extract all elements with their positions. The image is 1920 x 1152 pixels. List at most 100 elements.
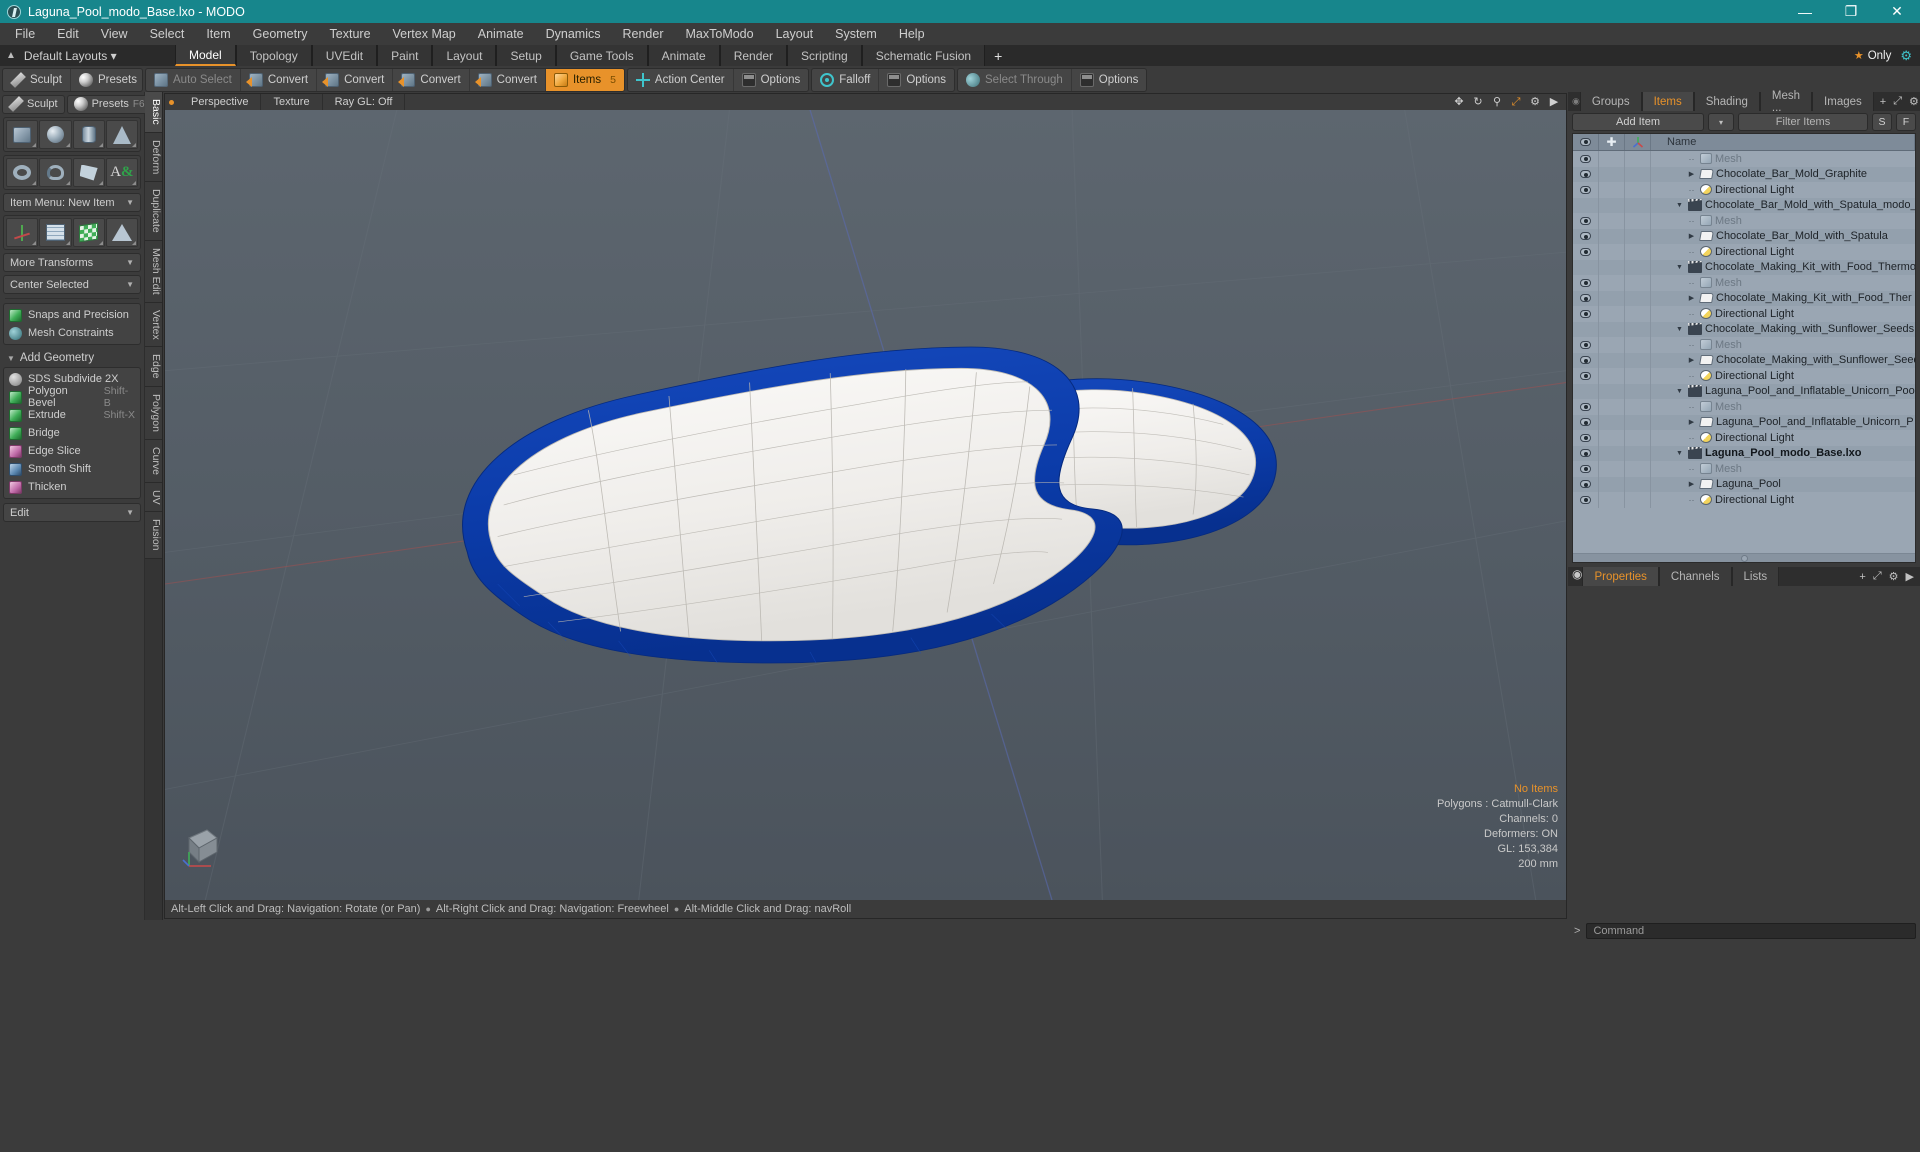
item-name-cell[interactable]: ▶ Chocolate_Bar_Mold_Graphite	[1651, 168, 1915, 180]
menu-item-view[interactable]: View	[90, 24, 139, 44]
chevron-down-icon[interactable]: ▼	[1674, 450, 1685, 457]
menu-item-dynamics[interactable]: Dynamics	[535, 24, 612, 44]
menu-item-select[interactable]: Select	[139, 24, 196, 44]
sphere-primitive-button[interactable]	[39, 120, 72, 149]
item-name-cell[interactable]: ·· Mesh	[1651, 215, 1915, 227]
menu-item-animate[interactable]: Animate	[467, 24, 535, 44]
item-visibility-toggle[interactable]	[1573, 259, 1599, 275]
item-name-cell[interactable]: ·· Mesh	[1651, 339, 1915, 351]
item-list-row[interactable]: ▶ Chocolate_Bar_Mold_Graphite	[1573, 166, 1915, 182]
item-axis-cell[interactable]	[1625, 275, 1651, 291]
item-lock-cell[interactable]	[1599, 445, 1625, 461]
item-list-row[interactable]: ·· Directional Light	[1573, 492, 1915, 508]
item-axis-cell[interactable]	[1625, 414, 1651, 430]
item-lock-cell[interactable]	[1599, 368, 1625, 384]
cone-primitive-button[interactable]	[105, 120, 138, 149]
item-lock-cell[interactable]	[1599, 166, 1625, 182]
item-list-row[interactable]: ▼ Laguna_Pool_modo_Base.lxo	[1573, 445, 1915, 461]
add-layout-tab-button[interactable]: +	[985, 45, 1012, 66]
layout-tab-render[interactable]: Render	[719, 45, 788, 66]
menu-item-help[interactable]: Help	[888, 24, 936, 44]
presets-button[interactable]: Presets F6	[71, 69, 142, 91]
viewport-tab-perspective[interactable]: Perspective	[179, 94, 262, 110]
minimize-button[interactable]: —	[1782, 0, 1828, 23]
toolbox-sculpt-button[interactable]: Sculpt	[2, 94, 65, 114]
item-axis-cell[interactable]	[1625, 399, 1651, 415]
layout-tab-game-tools[interactable]: Game Tools	[555, 45, 648, 66]
item-axis-cell[interactable]	[1625, 383, 1651, 399]
chevron-right-icon[interactable]: ▶	[1686, 418, 1697, 426]
visibility-column-header[interactable]	[1573, 134, 1599, 150]
chevron-right-icon[interactable]: ▶	[1686, 480, 1697, 488]
tool-category-tab-uv[interactable]: UV	[145, 482, 162, 513]
item-list-row[interactable]: ·· Mesh	[1573, 213, 1915, 229]
add-geometry-header[interactable]: ▼ Add Geometry	[3, 349, 141, 367]
item-name-cell[interactable]: ·· Mesh	[1651, 153, 1915, 165]
chevron-right-icon[interactable]: ▶	[1906, 570, 1914, 583]
item-list-row[interactable]: ·· Mesh	[1573, 151, 1915, 167]
item-axis-cell[interactable]	[1625, 151, 1651, 167]
layout-tab-scripting[interactable]: Scripting	[787, 45, 862, 66]
item-lock-cell[interactable]	[1599, 414, 1625, 430]
select-through-button[interactable]: Select Through	[958, 69, 1072, 91]
spiral-primitive-button[interactable]	[39, 158, 72, 187]
panel-tab-images[interactable]: Images	[1812, 92, 1874, 111]
item-visibility-toggle[interactable]	[1573, 399, 1599, 415]
item-axis-cell[interactable]	[1625, 321, 1651, 337]
item-name-cell[interactable]: ▶ Laguna_Pool_and_Inflatable_Unicorn_P ..…	[1651, 416, 1915, 428]
falloff-options-button[interactable]: Options	[879, 69, 954, 91]
item-axis-cell[interactable]	[1625, 197, 1651, 213]
properties-menu-icon[interactable]: ◉	[1572, 567, 1582, 586]
item-axis-cell[interactable]	[1625, 290, 1651, 306]
layout-tab-topology[interactable]: Topology	[235, 45, 312, 66]
cube-primitive-button[interactable]	[6, 120, 39, 149]
item-visibility-toggle[interactable]	[1573, 368, 1599, 384]
select-through-options-button[interactable]: Options	[1072, 69, 1147, 91]
item-visibility-toggle[interactable]	[1573, 244, 1599, 260]
item-visibility-toggle[interactable]	[1573, 306, 1599, 322]
item-axis-cell[interactable]	[1625, 337, 1651, 353]
item-axis-cell[interactable]	[1625, 368, 1651, 384]
item-list-row[interactable]: ▶ Chocolate_Making_with_Sunflower_Seeds	[1573, 352, 1915, 368]
item-lock-cell[interactable]	[1599, 352, 1625, 368]
snaps-and-precision-button[interactable]: Snaps and Precision	[4, 306, 140, 324]
item-axis-cell[interactable]	[1625, 166, 1651, 182]
menu-item-geometry[interactable]: Geometry	[242, 24, 319, 44]
item-name-cell[interactable]: ·· Directional Light	[1651, 308, 1915, 320]
item-axis-cell[interactable]	[1625, 182, 1651, 198]
item-visibility-toggle[interactable]	[1573, 461, 1599, 477]
zoom-icon[interactable]: ⚲	[1491, 96, 1503, 108]
smooth-shift-tool[interactable]: Smooth Shift	[4, 460, 140, 478]
sculpt-button[interactable]: Sculpt	[3, 69, 71, 91]
chevron-right-icon[interactable]: ▶	[1686, 294, 1697, 302]
item-lock-cell[interactable]	[1599, 151, 1625, 167]
gear-icon[interactable]: ⚙	[1529, 96, 1541, 108]
only-badge[interactable]: ★ Only	[1854, 49, 1892, 63]
chevron-right-icon[interactable]: ▶	[1686, 232, 1697, 240]
item-visibility-toggle[interactable]	[1573, 337, 1599, 353]
layout-tab-uvedit[interactable]: UVEdit	[311, 45, 378, 66]
item-name-cell[interactable]: ▶ Chocolate_Bar_Mold_with_Spatula	[1651, 230, 1915, 242]
toolbox-presets-button[interactable]: Presets F6	[66, 94, 152, 114]
filter-items-input[interactable]: Filter Items	[1738, 113, 1868, 131]
item-lock-cell[interactable]	[1599, 182, 1625, 198]
layout-updown-icon[interactable]: ▲	[6, 50, 16, 61]
item-lock-cell[interactable]	[1599, 244, 1625, 260]
menu-item-layout[interactable]: Layout	[765, 24, 825, 44]
item-visibility-toggle[interactable]	[1573, 197, 1599, 213]
edit-dropdown[interactable]: Edit ▼	[3, 503, 141, 522]
item-lock-cell[interactable]	[1599, 259, 1625, 275]
item-axis-cell[interactable]	[1625, 259, 1651, 275]
item-name-cell[interactable]: ·· Mesh	[1651, 401, 1915, 413]
center-selected-dropdown[interactable]: Center Selected ▼	[3, 275, 141, 294]
item-visibility-toggle[interactable]	[1573, 383, 1599, 399]
filter-f-button[interactable]: F	[1896, 113, 1916, 131]
fit-icon[interactable]: ⤢	[1510, 96, 1522, 108]
item-list-row[interactable]: ·· Directional Light	[1573, 244, 1915, 260]
chevron-down-icon[interactable]: ▼	[1674, 264, 1685, 271]
axis-column-header[interactable]	[1625, 134, 1651, 150]
menu-item-system[interactable]: System	[824, 24, 888, 44]
convert-mode-button-3[interactable]: Convert	[393, 69, 470, 91]
tool-category-tab-fusion[interactable]: Fusion	[145, 512, 162, 559]
layout-tab-model[interactable]: Model	[175, 45, 236, 66]
